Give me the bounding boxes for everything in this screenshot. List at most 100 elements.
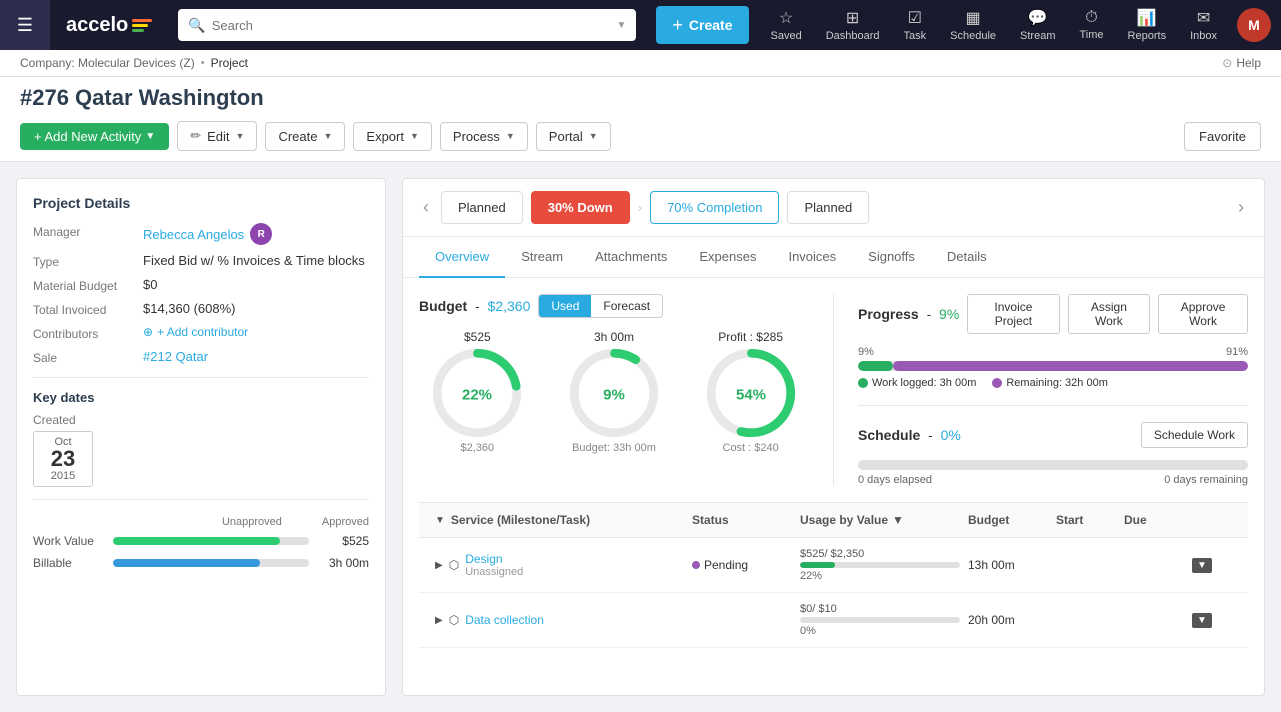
create-dropdown-button[interactable]: Create ▼ [265,122,345,151]
service-table-header: ▼ Service (Milestone/Task) Status Usage … [419,503,1248,538]
add-contributor-link[interactable]: ⊕ + Add contributor [143,325,369,339]
approve-work-button[interactable]: Approve Work [1158,294,1248,334]
search-input[interactable] [212,18,617,33]
create-button[interactable]: + Create [656,6,748,44]
legend-remaining-label: Remaining: 32h 00m [1006,377,1108,389]
edit-label: Edit [207,129,229,144]
legend-remaining: Remaining: 32h 00m [992,377,1108,389]
material-budget-value: $0 [143,277,369,293]
design-status-label: Pending [704,558,748,572]
schedule-work-button[interactable]: Schedule Work [1141,422,1248,448]
datacollection-dropdown-button[interactable]: ▼ [1192,613,1212,628]
budget-left: Budget - $2,360 Used Forecast $525 [419,294,809,486]
breadcrumb-company[interactable]: Company: Molecular Devices (Z) [20,56,195,70]
invoice-project-button[interactable]: Invoice Project [967,294,1059,334]
favorite-button[interactable]: Favorite [1184,122,1261,151]
tab-overview[interactable]: Overview [419,237,505,278]
nav-reports[interactable]: 📊 Reports [1116,8,1179,42]
logo: accelo [50,14,168,37]
datacollection-budget-col: 20h 00m [968,613,1048,627]
sale-link[interactable]: #212 Qatar [143,349,208,364]
service-col-name: ▼ Service (Milestone/Task) [435,513,684,527]
divider-2 [33,499,369,500]
design-usage-pct: 22% [800,570,822,582]
nav-dashboard[interactable]: ⊞ Dashboard [814,8,892,42]
stage-next-icon[interactable]: › [1234,197,1248,218]
schedule-elapsed: 0 days elapsed [858,474,932,486]
help-button[interactable]: ⊙ Help [1222,56,1261,70]
tab-stream[interactable]: Stream [505,237,579,278]
stage-planned-1[interactable]: Planned [441,191,523,224]
stage-30-down[interactable]: 30% Down [531,191,630,224]
manager-link[interactable]: Rebecca Angelos [143,227,244,242]
nav-inbox[interactable]: ✉ Inbox [1178,8,1229,42]
plus-icon: + [672,15,683,36]
date-year: 2015 [42,470,84,482]
tab-attachments[interactable]: Attachments [579,237,683,278]
process-button[interactable]: Process ▼ [440,122,528,151]
datacollection-expand-icon[interactable]: ▶ [435,615,443,626]
manager-field: Manager Rebecca Angelos R [33,223,369,245]
assign-work-button[interactable]: Assign Work [1068,294,1151,334]
datacollection-name-col: ▶ ⬡ Data collection [435,613,684,627]
forecast-toggle-button[interactable]: Forecast [591,295,662,317]
nav-time[interactable]: ⏱ Time [1068,9,1116,41]
nav-reports-label: Reports [1128,30,1167,42]
page-title: #276 Qatar Washington [20,85,1261,111]
schedule-title-group: Schedule - 0% [858,427,961,443]
stage-planned-2[interactable]: Planned [787,191,869,224]
budget-donut-svg: 22% [432,348,522,438]
time-donut-bottom: Budget: 33h 00m [572,442,656,454]
nav-task[interactable]: ☑ Task [892,8,939,42]
design-name-col: ▶ ⬡ Design Unassigned [435,552,684,578]
main-content: Project Details Manager Rebecca Angelos … [0,162,1281,712]
export-button[interactable]: Export ▼ [353,122,432,151]
nav-time-label: Time [1080,29,1104,41]
progress-bar-section: 9% 91% Work logged: 3h 00m [858,346,1248,389]
tab-signoffs[interactable]: Signoffs [852,237,931,278]
stage-separator: › [638,200,642,215]
stage-prev-icon[interactable]: ‹ [419,197,433,218]
logo-icon [132,18,152,33]
nav-stream[interactable]: 💬 Stream [1008,8,1067,42]
search-dropdown-icon[interactable]: ▼ [616,20,626,31]
profit-donut-top: Profit : $285 [718,330,783,344]
tab-expenses[interactable]: Expenses [683,237,772,278]
design-link[interactable]: Design [465,552,502,566]
export-caret-icon: ▼ [410,131,419,141]
collapse-icon[interactable]: ▼ [435,515,445,526]
datacollection-usage-pct: 0% [800,625,816,637]
hamburger-menu[interactable]: ☰ [0,0,50,50]
manager-value: Rebecca Angelos R [143,223,369,245]
used-toggle-button[interactable]: Used [539,295,591,317]
stage-70-completion[interactable]: 70% Completion [650,191,779,224]
billable-row: Billable 3h 00m [33,556,369,570]
tab-invoices[interactable]: Invoices [772,237,852,278]
nav-schedule[interactable]: ▦ Schedule [938,8,1008,42]
datacollection-name-group: Data collection [465,613,544,627]
usage-filter-icon[interactable]: ▼ [892,513,904,527]
datacollection-link[interactable]: Data collection [465,613,544,627]
design-dropdown-button[interactable]: ▼ [1192,558,1212,573]
create-caret-icon: ▼ [323,131,332,141]
tab-details[interactable]: Details [931,237,1003,278]
progress-dash: - [927,307,931,322]
add-activity-button[interactable]: + Add New Activity ▼ [20,123,169,150]
design-budget-col: 13h 00m [968,558,1048,572]
create-label: Create [689,17,733,33]
design-expand-icon[interactable]: ▶ [435,560,443,571]
page-title-bar: #276 Qatar Washington + Add New Activity… [0,77,1281,162]
edit-button[interactable]: ✏ Edit ▼ [177,121,257,151]
nav-schedule-label: Schedule [950,30,996,42]
nav-saved[interactable]: ☆ Saved [759,8,814,42]
table-row: ▶ ⬡ Data collection $0/ $10 [419,593,1248,648]
contributors-label: Contributors [33,325,143,341]
manager-container: Rebecca Angelos R [143,223,369,245]
stream-icon: 💬 [1028,8,1048,28]
donut-row: $525 22% $2,360 3h 00m [419,330,809,454]
user-avatar[interactable]: M [1237,8,1271,42]
schedule-header: Schedule - 0% Schedule Work [858,422,1248,448]
process-caret-icon: ▼ [506,131,515,141]
project-details-title: Project Details [33,195,369,211]
portal-button[interactable]: Portal ▼ [536,122,611,151]
